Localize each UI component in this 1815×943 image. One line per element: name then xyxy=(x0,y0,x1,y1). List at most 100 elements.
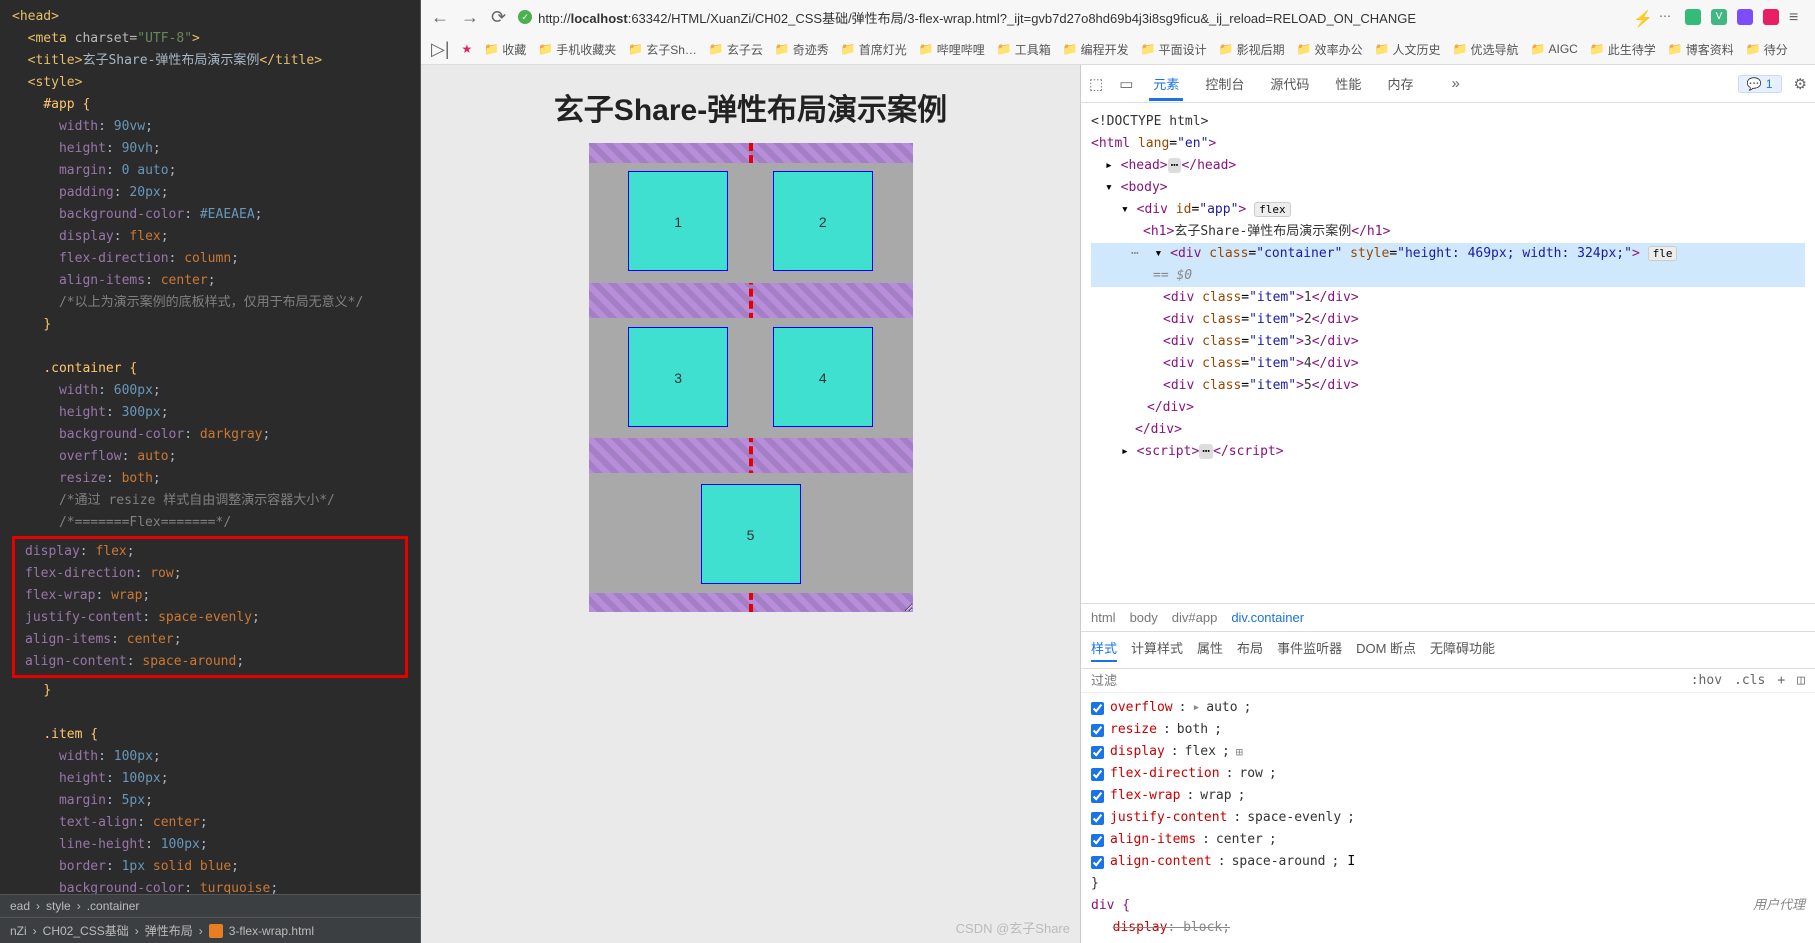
flex-item: 4 xyxy=(773,327,873,427)
bookmark-item[interactable]: 📁效率办公 xyxy=(1297,41,1363,58)
crumb-item[interactable]: html xyxy=(1091,610,1116,625)
bookmark-item[interactable]: 📁影视后期 xyxy=(1219,41,1285,58)
styles-tab[interactable]: 样式 xyxy=(1091,638,1117,662)
forward-button[interactable]: → xyxy=(461,7,479,28)
rule-checkbox[interactable] xyxy=(1091,768,1104,781)
folder-icon: 📁 xyxy=(1453,42,1468,56)
styles-tab[interactable]: 属性 xyxy=(1197,638,1223,662)
bookmark-item[interactable]: 📁AIGC xyxy=(1531,42,1578,56)
devtools-panel: ⬚ ▭ 元素控制台源代码性能内存 » 💬1 ⚙ <!DOCTYPE html><… xyxy=(1080,65,1815,943)
rule-checkbox[interactable] xyxy=(1091,812,1104,825)
menu-icon[interactable]: ≡ xyxy=(1789,9,1805,25)
css-rules[interactable]: overflow: ▸ auto;resize: both;display: f… xyxy=(1081,692,1815,943)
path-segment[interactable]: 3-flex-wrap.html xyxy=(229,924,314,938)
folder-icon: 📁 xyxy=(1668,42,1683,56)
folder-icon: 📁 xyxy=(1590,42,1605,56)
path-segment[interactable]: CH02_CSS基础 xyxy=(43,922,129,939)
bookmarks-bar[interactable]: ▷| ★ 📁收藏 📁手机收藏夹 📁玄子Sh… 📁玄子云 📁奇迹秀 📁首席灯光 📁哔哩哔哩 📁工… xyxy=(421,34,1815,64)
crumb-item[interactable]: div#app xyxy=(1172,610,1218,625)
settings-icon[interactable]: ⚙ xyxy=(1794,75,1807,93)
hov-button[interactable]: :hov xyxy=(1691,673,1722,688)
bookmark-item[interactable]: 📁玄子云 xyxy=(709,41,763,58)
elements-breadcrumb[interactable]: html body div#app div.container xyxy=(1081,603,1815,631)
folder-icon: 📁 xyxy=(1141,42,1156,56)
bookmark-item[interactable]: 📁首席灯光 xyxy=(841,41,907,58)
bookmark-item[interactable]: 📁哔哩哔哩 xyxy=(919,41,985,58)
new-rule-button[interactable]: + xyxy=(1777,673,1785,688)
breadcrumb-item[interactable]: ead xyxy=(10,899,30,913)
bookmark-item[interactable]: 📁编程开发 xyxy=(1063,41,1129,58)
inspect-icon[interactable]: ⬚ xyxy=(1089,75,1103,93)
devtools-tab[interactable]: 控制台 xyxy=(1201,71,1248,98)
styles-tabs[interactable]: 样式计算样式属性布局事件监听器 DOM 断点无障碍功能 xyxy=(1081,631,1815,668)
bookmark-item[interactable]: 📁玄子Sh… xyxy=(628,41,697,58)
device-icon[interactable]: ▭ xyxy=(1119,75,1133,93)
flex-grid-icon[interactable]: ⊞ xyxy=(1236,741,1243,763)
path-segment[interactable]: nZi xyxy=(10,924,27,938)
bookmark-item[interactable]: 📁奇迹秀 xyxy=(775,41,829,58)
styles-tab[interactable]: 布局 xyxy=(1237,638,1263,662)
ide-breadcrumb[interactable]: ead›style›.container xyxy=(0,894,420,917)
breadcrumb-item[interactable]: style xyxy=(46,899,71,913)
devtools-tab[interactable]: 内存 xyxy=(1383,71,1417,98)
rule-checkbox[interactable] xyxy=(1091,790,1104,803)
devtools-tab[interactable]: 性能 xyxy=(1331,71,1365,98)
folder-icon: 📁 xyxy=(1219,42,1234,56)
styles-tab[interactable]: 无障碍功能 xyxy=(1430,638,1495,662)
sidebar-toggle-icon[interactable]: ◫ xyxy=(1797,673,1805,688)
bookmark-item[interactable]: 📁工具箱 xyxy=(997,41,1051,58)
vue-icon[interactable]: V xyxy=(1711,9,1727,25)
back-button[interactable]: ← xyxy=(431,7,449,28)
bookmark-item[interactable]: 📁手机收藏夹 xyxy=(538,41,616,58)
crumb-item[interactable]: div.container xyxy=(1231,610,1304,625)
styles-tab[interactable]: DOM 断点 xyxy=(1356,638,1416,662)
url-field[interactable]: ✓ http://localhost:63342/HTML/XuanZi/CH0… xyxy=(518,8,1621,27)
reload-button[interactable]: ⟳ xyxy=(491,7,506,28)
ext-icon[interactable] xyxy=(1737,9,1753,25)
styles-filter-input[interactable] xyxy=(1091,673,1679,688)
code-area[interactable]: <head> <meta charset="UTF-8"> <title>玄子S… xyxy=(0,0,420,894)
rule-checkbox[interactable] xyxy=(1091,856,1104,869)
extension-icons[interactable]: ⚡ ⋯ V ≡ xyxy=(1633,9,1805,25)
devtools-toggle-icon[interactable]: ▷| xyxy=(431,39,450,60)
issues-badge[interactable]: 💬1 xyxy=(1738,75,1782,93)
elements-tree[interactable]: <!DOCTYPE html><html lang="en">▸ <head>⋯… xyxy=(1081,103,1815,603)
folder-icon: 📁 xyxy=(1297,42,1312,56)
rule-checkbox[interactable] xyxy=(1091,724,1104,737)
folder-icon: 📁 xyxy=(841,42,856,56)
crumb-item[interactable]: body xyxy=(1130,610,1158,625)
devtools-tab[interactable]: 元素 xyxy=(1149,71,1183,101)
star-icon[interactable]: ★ xyxy=(462,42,473,56)
styles-filter-row: :hov .cls + ◫ xyxy=(1081,668,1815,692)
path-segment[interactable]: 弹性布局 xyxy=(145,922,193,939)
ide-file-path[interactable]: nZi›CH02_CSS基础›弹性布局›3-flex-wrap.html xyxy=(0,917,420,943)
bookmark-item[interactable]: 📁优选导航 xyxy=(1453,41,1519,58)
devtools-tab[interactable]: 源代码 xyxy=(1266,71,1313,98)
overflow-icon[interactable]: » xyxy=(1451,75,1459,92)
address-bar-row: ← → ⟳ ✓ http://localhost:63342/HTML/Xuan… xyxy=(421,0,1815,34)
ext-icon[interactable] xyxy=(1763,9,1779,25)
bookmark-item[interactable]: 📁收藏 xyxy=(484,41,526,58)
ext-icon[interactable] xyxy=(1685,9,1701,25)
folder-icon: 📁 xyxy=(919,42,934,56)
bookmark-item[interactable]: 📁博客资料 xyxy=(1668,41,1734,58)
folder-icon: 📁 xyxy=(538,42,553,56)
flex-container[interactable]: 12345 xyxy=(589,143,913,612)
more-icon[interactable]: ⋯ xyxy=(1659,9,1675,25)
bookmark-item[interactable]: 📁平面设计 xyxy=(1141,41,1207,58)
styles-tab[interactable]: 事件监听器 xyxy=(1277,638,1342,662)
flex-item: 5 xyxy=(701,484,801,584)
bookmark-item[interactable]: 📁待分 xyxy=(1746,41,1788,58)
breadcrumb-item[interactable]: .container xyxy=(87,899,140,913)
cls-button[interactable]: .cls xyxy=(1734,673,1765,688)
styles-tab[interactable]: 计算样式 xyxy=(1131,638,1183,662)
rule-checkbox[interactable] xyxy=(1091,702,1104,715)
browser-chrome: ← → ⟳ ✓ http://localhost:63342/HTML/Xuan… xyxy=(421,0,1815,65)
bookmark-item[interactable]: 📁人文历史 xyxy=(1375,41,1441,58)
lightning-icon[interactable]: ⚡ xyxy=(1633,9,1649,25)
rule-checkbox[interactable] xyxy=(1091,834,1104,847)
bookmark-item[interactable]: 📁此生待学 xyxy=(1590,41,1656,58)
rule-checkbox[interactable] xyxy=(1091,746,1104,759)
devtools-tabs: ⬚ ▭ 元素控制台源代码性能内存 » 💬1 ⚙ xyxy=(1081,65,1815,103)
code-editor-panel: <head> <meta charset="UTF-8"> <title>玄子S… xyxy=(0,0,420,943)
